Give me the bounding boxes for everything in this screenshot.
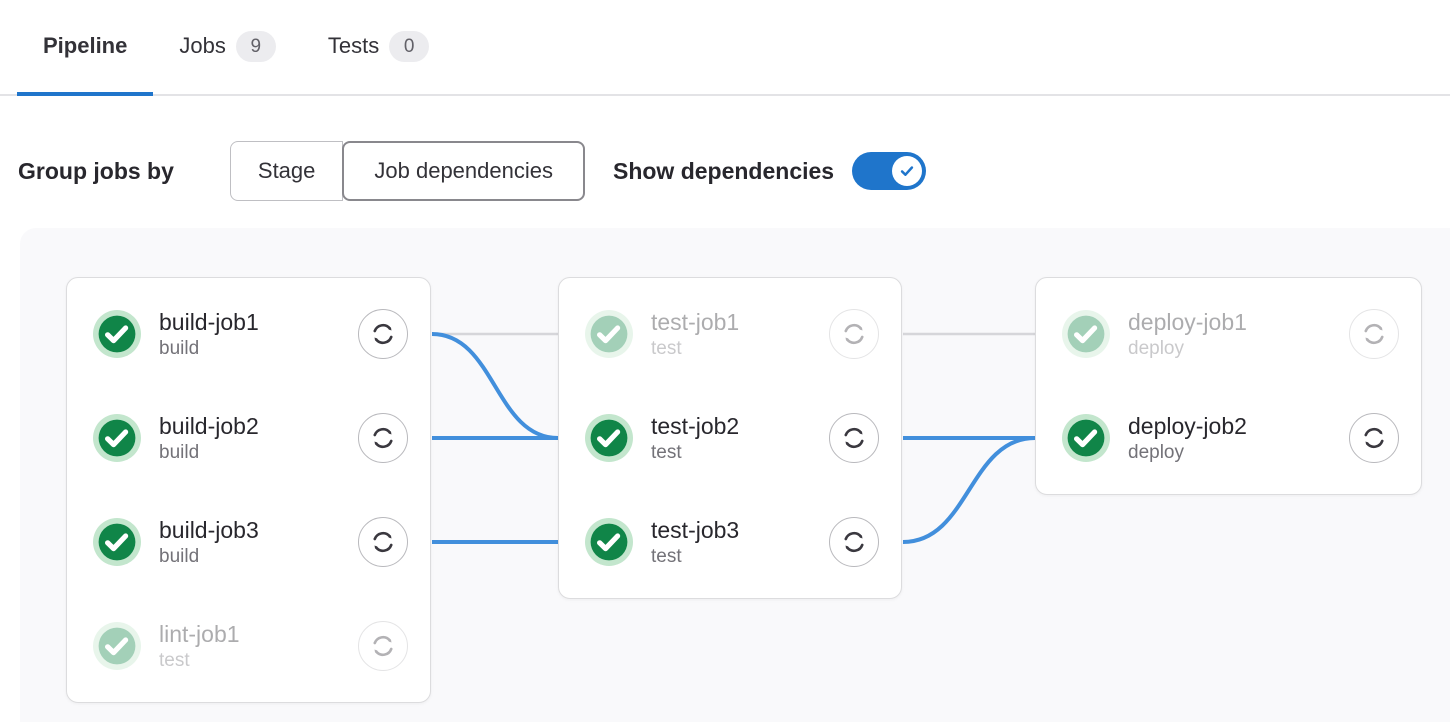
tab-label: Jobs: [179, 33, 225, 59]
job-text: build-job3 build: [159, 516, 259, 568]
retry-job-button[interactable]: [358, 309, 408, 359]
retry-icon: [369, 632, 397, 660]
pipeline-tab-bar: Pipeline Jobs 9 Tests 0: [0, 0, 1450, 96]
job-row-build-job1[interactable]: build-job1 build: [67, 282, 430, 386]
retry-icon: [840, 528, 868, 556]
job-text: test-job2 test: [651, 412, 739, 464]
status-success-icon: [585, 310, 633, 358]
status-success-icon: [93, 518, 141, 566]
toggle-thumb: [892, 156, 922, 186]
retry-icon: [1360, 424, 1388, 452]
job-text: lint-job1 test: [159, 620, 240, 672]
job-text: build-job1 build: [159, 308, 259, 360]
job-row-deploy-job1[interactable]: deploy-job1 deploy: [1036, 282, 1421, 386]
job-name-link[interactable]: build-job1: [159, 308, 259, 336]
show-dependencies-label: Show dependencies: [613, 158, 834, 185]
job-stage-label: test: [651, 441, 739, 464]
job-stage-label: test: [651, 337, 739, 360]
retry-icon: [840, 424, 868, 452]
status-success-icon: [1062, 414, 1110, 462]
retry-icon: [1360, 320, 1388, 348]
job-text: test-job1 test: [651, 308, 739, 360]
tab-label: Pipeline: [43, 33, 127, 59]
job-row-test-job3[interactable]: test-job3 test: [559, 490, 901, 594]
group-by-button-group: StageJob dependencies: [230, 141, 585, 201]
job-text: test-job3 test: [651, 516, 739, 568]
tab-pipeline[interactable]: Pipeline: [17, 0, 153, 96]
job-text: deploy-job1 deploy: [1128, 308, 1247, 360]
status-success-icon: [93, 310, 141, 358]
job-group-card: test-job1 test test-job2 test test-job: [558, 277, 902, 599]
status-success-icon: [585, 414, 633, 462]
retry-job-button[interactable]: [1349, 413, 1399, 463]
tab-tests[interactable]: Tests 0: [302, 0, 455, 96]
job-row-test-job1[interactable]: test-job1 test: [559, 282, 901, 386]
job-row-deploy-job2[interactable]: deploy-job2 deploy: [1036, 386, 1421, 490]
group-by-stage-button[interactable]: Stage: [230, 141, 344, 201]
dependency-edge-build-job1-to-test-job2: [432, 334, 558, 438]
retry-job-button[interactable]: [358, 413, 408, 463]
status-success-icon: [585, 518, 633, 566]
job-name-link[interactable]: test-job2: [651, 412, 739, 440]
job-name-link[interactable]: deploy-job1: [1128, 308, 1247, 336]
retry-job-button[interactable]: [829, 413, 879, 463]
job-row-test-job2[interactable]: test-job2 test: [559, 386, 901, 490]
status-success-icon: [93, 622, 141, 670]
toggle-check-icon: [898, 162, 916, 180]
retry-icon: [369, 320, 397, 348]
graph-controls-row: Group jobs by StageJob dependencies Show…: [18, 141, 1450, 201]
job-group-card: deploy-job1 deploy deploy-job2 deploy: [1035, 277, 1422, 495]
job-row-build-job3[interactable]: build-job3 build: [67, 490, 430, 594]
group-by-job-dependencies-button[interactable]: Job dependencies: [342, 141, 585, 201]
job-stage-label: deploy: [1128, 441, 1247, 464]
retry-icon: [369, 424, 397, 452]
retry-job-button[interactable]: [829, 309, 879, 359]
tab-count-badge: 0: [389, 31, 429, 62]
pipeline-graph-panel: build-job1 build build-job2 build buil: [20, 228, 1450, 722]
job-text: build-job2 build: [159, 412, 259, 464]
job-name-link[interactable]: deploy-job2: [1128, 412, 1247, 440]
job-stage-label: test: [651, 545, 739, 568]
job-group-card: build-job1 build build-job2 build buil: [66, 277, 431, 703]
tab-count-badge: 9: [236, 31, 276, 62]
dependency-edge-test-job3-to-deploy-job2: [903, 438, 1035, 542]
job-name-link[interactable]: test-job1: [651, 308, 739, 336]
job-name-link[interactable]: build-job3: [159, 516, 259, 544]
job-row-build-job2[interactable]: build-job2 build: [67, 386, 430, 490]
job-name-link[interactable]: lint-job1: [159, 620, 240, 648]
job-name-link[interactable]: build-job2: [159, 412, 259, 440]
job-stage-label: build: [159, 545, 259, 568]
group-jobs-by-label: Group jobs by: [18, 158, 174, 185]
job-stage-label: test: [159, 649, 240, 672]
retry-job-button[interactable]: [358, 517, 408, 567]
job-stage-label: build: [159, 337, 259, 360]
show-dependencies-toggle[interactable]: [852, 152, 926, 190]
retry-job-button[interactable]: [829, 517, 879, 567]
retry-job-button[interactable]: [358, 621, 408, 671]
retry-icon: [840, 320, 868, 348]
job-stage-label: build: [159, 441, 259, 464]
retry-icon: [369, 528, 397, 556]
tab-jobs[interactable]: Jobs 9: [153, 0, 301, 96]
status-success-icon: [93, 414, 141, 462]
job-text: deploy-job2 deploy: [1128, 412, 1247, 464]
job-stage-label: deploy: [1128, 337, 1247, 360]
job-name-link[interactable]: test-job3: [651, 516, 739, 544]
retry-job-button[interactable]: [1349, 309, 1399, 359]
tab-label: Tests: [328, 33, 379, 59]
job-row-lint-job1[interactable]: lint-job1 test: [67, 594, 430, 698]
status-success-icon: [1062, 310, 1110, 358]
